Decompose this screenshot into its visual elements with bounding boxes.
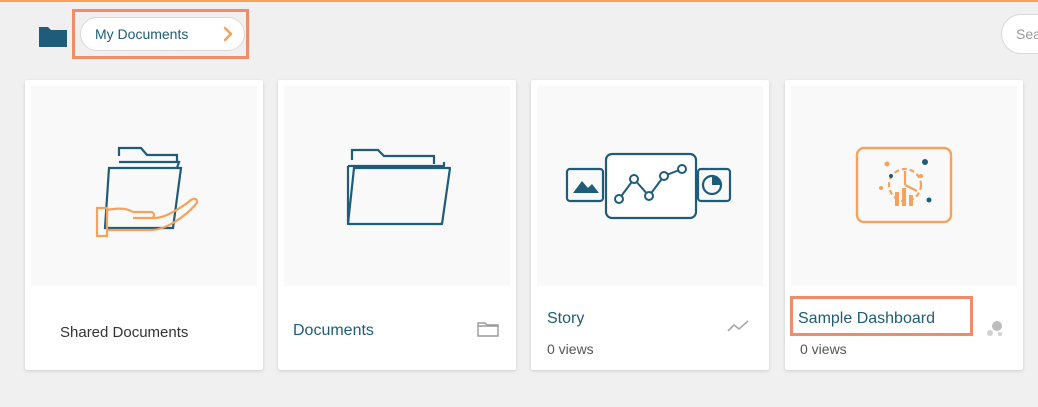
line-chart-icon	[727, 320, 749, 332]
dashboard-icon	[855, 146, 953, 224]
card-story[interactable]: Story 0 views	[531, 80, 769, 370]
card-thumbnail	[537, 86, 763, 286]
folder-icon	[346, 148, 452, 226]
search-input[interactable]: Sea	[1001, 14, 1038, 54]
card-thumbnail	[284, 86, 510, 286]
card-shared-documents[interactable]: Shared Documents	[25, 80, 263, 370]
card-title[interactable]: Documents	[293, 322, 374, 340]
shared-folder-icon	[95, 146, 199, 238]
card-thumbnail	[31, 86, 257, 286]
card-title[interactable]: Shared Documents	[60, 324, 188, 341]
card-views: 0 views	[547, 341, 594, 357]
card-title[interactable]: Story	[547, 310, 584, 328]
top-accent-line	[0, 0, 1038, 2]
chevron-right-icon	[223, 26, 233, 42]
story-icon	[565, 152, 732, 220]
card-thumbnail	[791, 86, 1017, 286]
bubble-icon	[987, 321, 1002, 336]
card-views: 0 views	[800, 341, 847, 357]
breadcrumb-item-my-documents[interactable]: My Documents	[95, 26, 188, 42]
sample-dashboard-highlight	[790, 296, 973, 336]
card-documents[interactable]: Documents	[278, 80, 516, 370]
breadcrumb[interactable]: My Documents	[80, 17, 245, 51]
folder-outline-icon	[477, 322, 499, 337]
folder-icon[interactable]	[38, 24, 68, 48]
